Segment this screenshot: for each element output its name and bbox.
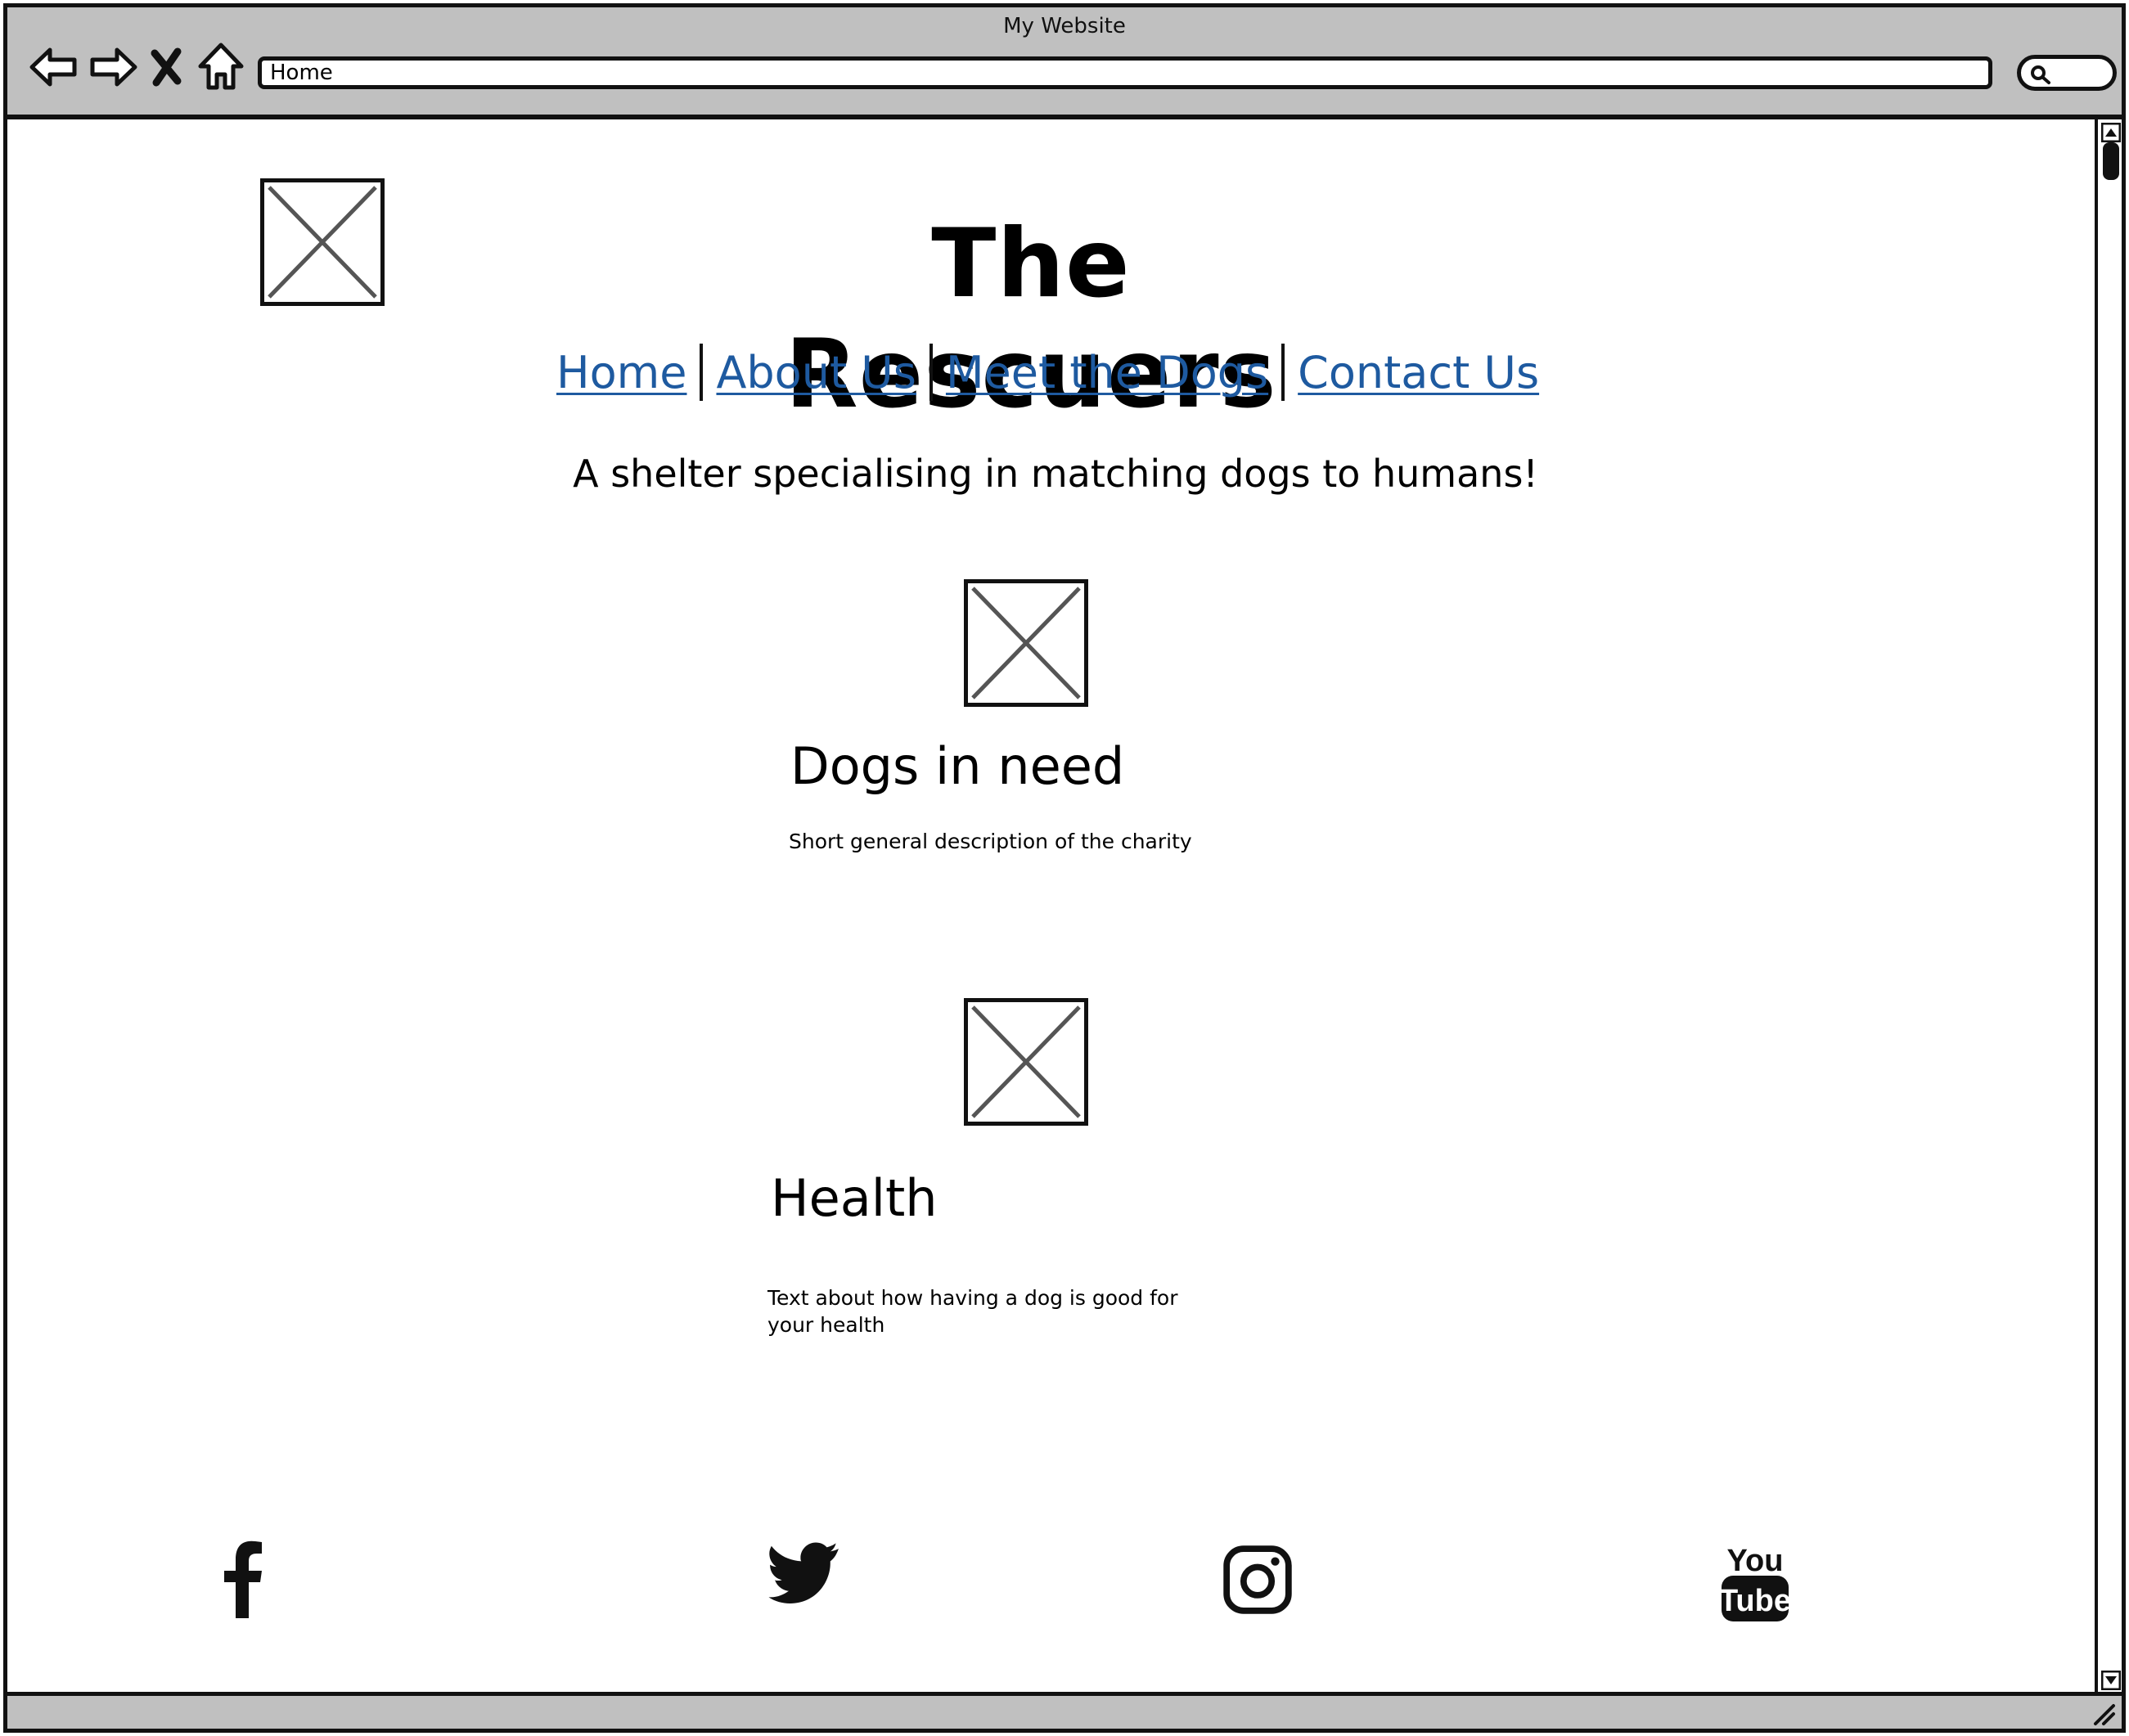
nav-divider: [1281, 344, 1285, 401]
home-icon[interactable]: [194, 40, 248, 94]
browser-window: My Website Home The Rescuers Home About …: [0, 0, 2129, 1736]
scroll-up-icon[interactable]: [2101, 123, 2121, 142]
instagram-icon[interactable]: [1222, 1545, 1293, 1615]
stop-icon[interactable]: [146, 40, 186, 94]
youtube-icon-text-bottom: Tube: [1720, 1584, 1790, 1618]
youtube-icon-text-top: You: [1727, 1544, 1784, 1578]
facebook-icon[interactable]: [205, 1538, 286, 1620]
scroll-down-icon[interactable]: [2101, 1671, 2121, 1690]
section-image-placeholder: [964, 579, 1088, 707]
back-arrow-icon[interactable]: [27, 40, 81, 94]
search-icon: [2031, 65, 2050, 84]
tagline: A shelter specialising in matching dogs …: [573, 452, 1538, 496]
window-title: My Website: [1003, 14, 1126, 38]
scroll-thumb[interactable]: [2103, 142, 2119, 180]
nav-divider: [700, 344, 704, 401]
logo-image-placeholder: [260, 178, 385, 306]
browser-toolbar: My Website Home: [3, 3, 2126, 119]
section-image-placeholder: [964, 998, 1088, 1126]
forward-arrow-icon[interactable]: [86, 40, 140, 94]
nav-divider: [929, 344, 933, 401]
nav-link-home[interactable]: Home: [556, 347, 686, 398]
section-body-health: Text about how having a dog is good for …: [767, 1286, 1178, 1337]
browser-search-field[interactable]: [2017, 55, 2117, 91]
main-navigation: Home About Us Meet the Dogs Contact Us: [556, 344, 1539, 401]
resize-grip-icon[interactable]: [2092, 1702, 2117, 1727]
address-bar[interactable]: Home: [258, 56, 1992, 89]
nav-link-about-us[interactable]: About Us: [716, 347, 916, 398]
status-bar: [3, 1692, 2126, 1733]
section-heading-dogs-in-need: Dogs in need: [790, 736, 1125, 796]
vertical-scrollbar[interactable]: [2095, 119, 2126, 1693]
nav-link-meet-the-dogs[interactable]: Meet the Dogs: [946, 347, 1268, 398]
twitter-icon[interactable]: [767, 1538, 846, 1613]
section-heading-health: Health: [771, 1168, 938, 1228]
nav-link-contact-us[interactable]: Contact Us: [1298, 347, 1539, 398]
section-body-dogs-in-need: Short general description of the charity: [789, 830, 1192, 853]
youtube-icon[interactable]: You Tube: [1719, 1538, 1791, 1623]
